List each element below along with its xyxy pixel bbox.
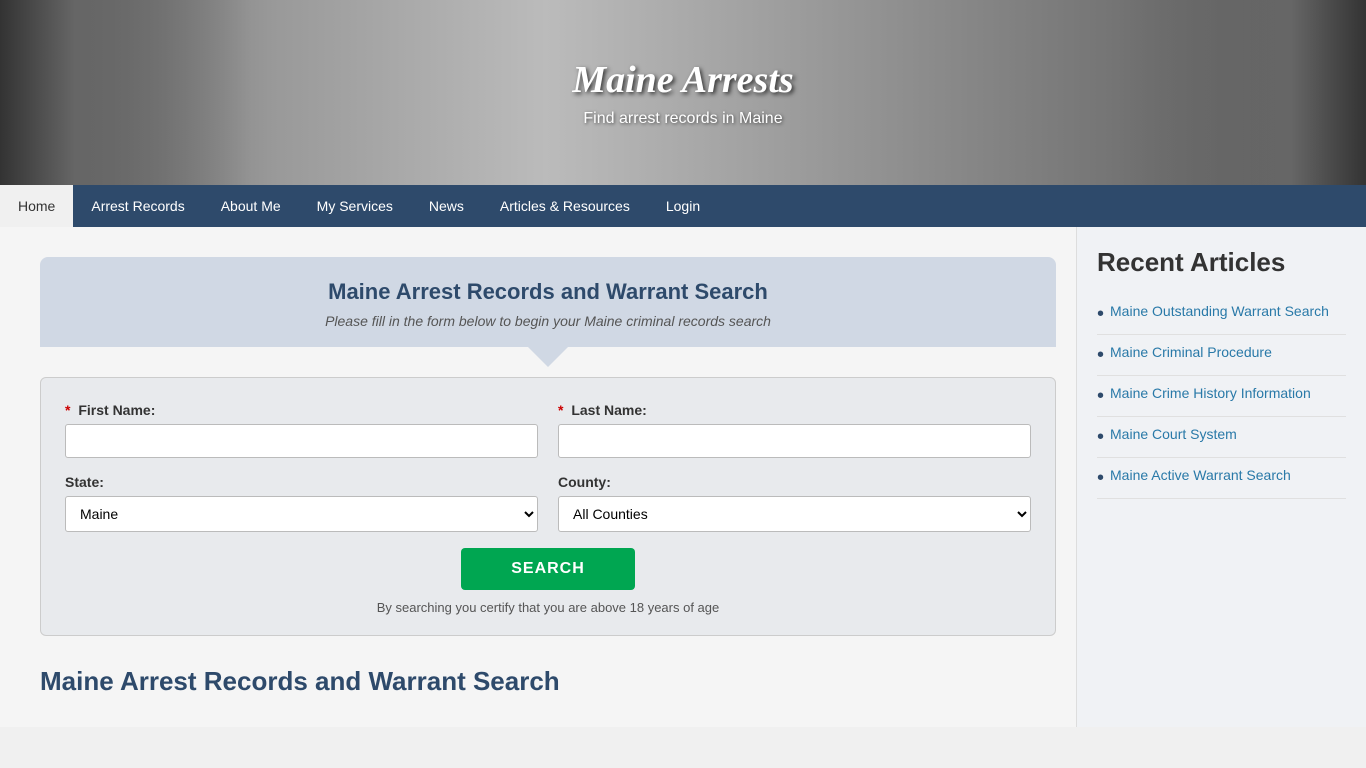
first-name-group: * First Name: bbox=[65, 402, 538, 458]
bottom-section-title: Maine Arrest Records and Warrant Search bbox=[40, 666, 1056, 697]
state-label: State: bbox=[65, 474, 538, 490]
nav-home[interactable]: Home bbox=[0, 185, 73, 227]
list-item: Maine Active Warrant Search bbox=[1097, 458, 1346, 499]
first-name-input[interactable] bbox=[65, 424, 538, 458]
list-item: Maine Outstanding Warrant Search bbox=[1097, 294, 1346, 335]
article-link-4[interactable]: Maine Court System bbox=[1110, 425, 1237, 445]
list-item: Maine Criminal Procedure bbox=[1097, 335, 1346, 376]
location-row: State: Maine County: All Counties bbox=[65, 474, 1031, 532]
list-item: Maine Court System bbox=[1097, 417, 1346, 458]
site-subtitle: Find arrest records in Maine bbox=[583, 110, 782, 128]
article-link-5[interactable]: Maine Active Warrant Search bbox=[1110, 466, 1291, 486]
last-name-group: * Last Name: bbox=[558, 402, 1031, 458]
site-title: Maine Arrests bbox=[572, 58, 793, 102]
county-label: County: bbox=[558, 474, 1031, 490]
required-star-first: * bbox=[65, 402, 70, 418]
search-note: By searching you certify that you are ab… bbox=[65, 600, 1031, 615]
nav-login[interactable]: Login bbox=[648, 185, 718, 227]
site-header: Maine Arrests Find arrest records in Mai… bbox=[0, 0, 1366, 185]
article-link-3[interactable]: Maine Crime History Information bbox=[1110, 384, 1311, 404]
state-select[interactable]: Maine bbox=[65, 496, 538, 532]
first-name-label: * First Name: bbox=[65, 402, 538, 418]
nav-articles[interactable]: Articles & Resources bbox=[482, 185, 648, 227]
search-btn-wrapper: SEARCH bbox=[65, 548, 1031, 590]
nav-about-me[interactable]: About Me bbox=[203, 185, 299, 227]
main-content: Maine Arrest Records and Warrant Search … bbox=[0, 227, 1076, 727]
search-box-header: Maine Arrest Records and Warrant Search … bbox=[40, 257, 1056, 347]
list-item: Maine Crime History Information bbox=[1097, 376, 1346, 417]
sidebar: Recent Articles Maine Outstanding Warran… bbox=[1076, 227, 1366, 727]
sidebar-heading: Recent Articles bbox=[1097, 247, 1346, 278]
county-select[interactable]: All Counties bbox=[558, 496, 1031, 532]
last-name-input[interactable] bbox=[558, 424, 1031, 458]
search-button[interactable]: SEARCH bbox=[461, 548, 635, 590]
article-link-2[interactable]: Maine Criminal Procedure bbox=[1110, 343, 1272, 363]
main-nav: Home Arrest Records About Me My Services… bbox=[0, 185, 1366, 227]
state-group: State: Maine bbox=[65, 474, 538, 532]
nav-arrest-records[interactable]: Arrest Records bbox=[73, 185, 202, 227]
nav-news[interactable]: News bbox=[411, 185, 482, 227]
nav-my-services[interactable]: My Services bbox=[299, 185, 411, 227]
recent-articles-list: Maine Outstanding Warrant Search Maine C… bbox=[1097, 294, 1346, 499]
last-name-label: * Last Name: bbox=[558, 402, 1031, 418]
header-right-image bbox=[1116, 0, 1366, 185]
name-row: * First Name: * Last Name: bbox=[65, 402, 1031, 458]
article-link-1[interactable]: Maine Outstanding Warrant Search bbox=[1110, 302, 1329, 322]
page-wrapper: Maine Arrest Records and Warrant Search … bbox=[0, 227, 1366, 727]
search-title: Maine Arrest Records and Warrant Search bbox=[60, 279, 1036, 305]
required-star-last: * bbox=[558, 402, 563, 418]
search-form-container: * First Name: * Last Name: State: Maine bbox=[40, 377, 1056, 636]
county-group: County: All Counties bbox=[558, 474, 1031, 532]
header-left-image bbox=[0, 0, 250, 185]
search-subtitle: Please fill in the form below to begin y… bbox=[60, 313, 1036, 329]
search-box-arrow bbox=[528, 347, 568, 367]
